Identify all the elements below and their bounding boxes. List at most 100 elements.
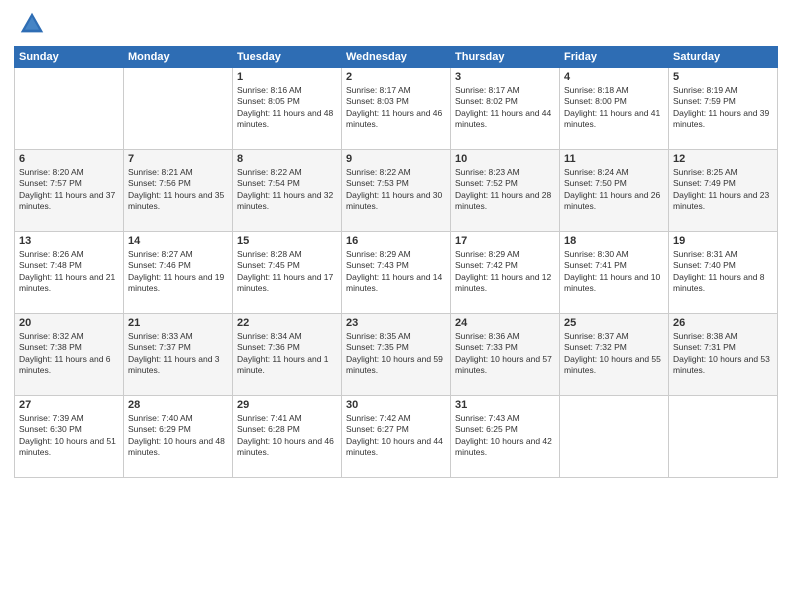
day-header-thursday: Thursday <box>451 47 560 68</box>
logo <box>14 10 46 38</box>
day-number: 24 <box>455 317 555 329</box>
day-number: 30 <box>346 399 446 411</box>
day-number: 1 <box>237 71 337 83</box>
calendar-cell: 13 Sunrise: 8:26 AM Sunset: 7:48 PM Dayli… <box>15 232 124 314</box>
week-row-3: 13 Sunrise: 8:26 AM Sunset: 7:48 PM Dayli… <box>15 232 778 314</box>
day-info: Sunrise: 8:29 AM Sunset: 7:42 PM Dayligh… <box>455 249 555 295</box>
day-info: Sunrise: 7:41 AM Sunset: 6:28 PM Dayligh… <box>237 413 337 459</box>
day-number: 25 <box>564 317 664 329</box>
day-number: 4 <box>564 71 664 83</box>
day-header-sunday: Sunday <box>15 47 124 68</box>
day-header-friday: Friday <box>560 47 669 68</box>
day-number: 31 <box>455 399 555 411</box>
header-row: SundayMondayTuesdayWednesdayThursdayFrid… <box>15 47 778 68</box>
calendar-cell: 3 Sunrise: 8:17 AM Sunset: 8:02 PM Daylig… <box>451 68 560 150</box>
calendar-cell: 17 Sunrise: 8:29 AM Sunset: 7:42 PM Dayli… <box>451 232 560 314</box>
day-number: 7 <box>128 153 228 165</box>
day-number: 17 <box>455 235 555 247</box>
page: SundayMondayTuesdayWednesdayThursdayFrid… <box>0 0 792 612</box>
week-row-2: 6Sunrise: 8:20 AM Sunset: 7:57 PM Daylig… <box>15 150 778 232</box>
day-info: Sunrise: 8:24 AM Sunset: 7:50 PM Dayligh… <box>564 167 664 213</box>
day-number: 11 <box>564 153 664 165</box>
day-header-saturday: Saturday <box>669 47 778 68</box>
day-header-wednesday: Wednesday <box>342 47 451 68</box>
day-number: 28 <box>128 399 228 411</box>
day-info: Sunrise: 8:20 AM Sunset: 7:57 PM Dayligh… <box>19 167 119 213</box>
calendar-cell <box>560 396 669 478</box>
calendar-cell: 24Sunrise: 8:36 AM Sunset: 7:33 PM Dayli… <box>451 314 560 396</box>
day-number: 10 <box>455 153 555 165</box>
day-number: 22 <box>237 317 337 329</box>
calendar-body: 1 Sunrise: 8:16 AM Sunset: 8:05 PM Daylig… <box>15 68 778 478</box>
day-info: Sunrise: 8:30 AM Sunset: 7:41 PM Dayligh… <box>564 249 664 295</box>
day-info: Sunrise: 8:17 AM Sunset: 8:03 PM Dayligh… <box>346 85 446 131</box>
calendar-cell: 1 Sunrise: 8:16 AM Sunset: 8:05 PM Daylig… <box>233 68 342 150</box>
calendar-cell: 21 Sunrise: 8:33 AM Sunset: 7:37 PM Dayli… <box>124 314 233 396</box>
day-number: 23 <box>346 317 446 329</box>
day-info: Sunrise: 8:27 AM Sunset: 7:46 PM Dayligh… <box>128 249 228 295</box>
day-header-monday: Monday <box>124 47 233 68</box>
header <box>14 10 778 38</box>
calendar-cell: 15Sunrise: 8:28 AM Sunset: 7:45 PM Dayli… <box>233 232 342 314</box>
calendar-cell: 7 Sunrise: 8:21 AM Sunset: 7:56 PM Daylig… <box>124 150 233 232</box>
day-number: 26 <box>673 317 773 329</box>
day-number: 9 <box>346 153 446 165</box>
day-info: Sunrise: 8:17 AM Sunset: 8:02 PM Dayligh… <box>455 85 555 131</box>
logo-icon <box>18 10 46 38</box>
calendar-cell: 9 Sunrise: 8:22 AM Sunset: 7:53 PM Daylig… <box>342 150 451 232</box>
day-info: Sunrise: 8:16 AM Sunset: 8:05 PM Dayligh… <box>237 85 337 131</box>
calendar: SundayMondayTuesdayWednesdayThursdayFrid… <box>14 46 778 478</box>
calendar-cell: 20Sunrise: 8:32 AM Sunset: 7:38 PM Dayli… <box>15 314 124 396</box>
day-number: 3 <box>455 71 555 83</box>
day-info: Sunrise: 8:32 AM Sunset: 7:38 PM Dayligh… <box>19 331 119 377</box>
day-info: Sunrise: 8:31 AM Sunset: 7:40 PM Dayligh… <box>673 249 773 295</box>
calendar-cell: 14 Sunrise: 8:27 AM Sunset: 7:46 PM Dayli… <box>124 232 233 314</box>
calendar-cell: 26 Sunrise: 8:38 AM Sunset: 7:31 PM Dayli… <box>669 314 778 396</box>
day-number: 13 <box>19 235 119 247</box>
day-number: 21 <box>128 317 228 329</box>
day-info: Sunrise: 8:26 AM Sunset: 7:48 PM Dayligh… <box>19 249 119 295</box>
day-info: Sunrise: 8:22 AM Sunset: 7:53 PM Dayligh… <box>346 167 446 213</box>
calendar-header: SundayMondayTuesdayWednesdayThursdayFrid… <box>15 47 778 68</box>
calendar-cell: 22Sunrise: 8:34 AM Sunset: 7:36 PM Dayli… <box>233 314 342 396</box>
day-info: Sunrise: 8:23 AM Sunset: 7:52 PM Dayligh… <box>455 167 555 213</box>
calendar-cell: 29 Sunrise: 7:41 AM Sunset: 6:28 PM Dayli… <box>233 396 342 478</box>
calendar-cell <box>124 68 233 150</box>
calendar-cell: 18 Sunrise: 8:30 AM Sunset: 7:41 PM Dayli… <box>560 232 669 314</box>
day-header-tuesday: Tuesday <box>233 47 342 68</box>
day-info: Sunrise: 8:21 AM Sunset: 7:56 PM Dayligh… <box>128 167 228 213</box>
day-info: Sunrise: 8:28 AM Sunset: 7:45 PM Dayligh… <box>237 249 337 295</box>
calendar-cell: 10 Sunrise: 8:23 AM Sunset: 7:52 PM Dayli… <box>451 150 560 232</box>
calendar-cell: 11 Sunrise: 8:24 AM Sunset: 7:50 PM Dayli… <box>560 150 669 232</box>
day-info: Sunrise: 8:18 AM Sunset: 8:00 PM Dayligh… <box>564 85 664 131</box>
calendar-cell: 31Sunrise: 7:43 AM Sunset: 6:25 PM Dayli… <box>451 396 560 478</box>
day-number: 18 <box>564 235 664 247</box>
day-info: Sunrise: 7:40 AM Sunset: 6:29 PM Dayligh… <box>128 413 228 459</box>
day-number: 29 <box>237 399 337 411</box>
calendar-cell <box>15 68 124 150</box>
calendar-cell: 28 Sunrise: 7:40 AM Sunset: 6:29 PM Dayli… <box>124 396 233 478</box>
day-info: Sunrise: 8:22 AM Sunset: 7:54 PM Dayligh… <box>237 167 337 213</box>
calendar-cell: 2 Sunrise: 8:17 AM Sunset: 8:03 PM Daylig… <box>342 68 451 150</box>
day-info: Sunrise: 8:35 AM Sunset: 7:35 PM Dayligh… <box>346 331 446 377</box>
day-number: 5 <box>673 71 773 83</box>
calendar-cell: 19Sunrise: 8:31 AM Sunset: 7:40 PM Dayli… <box>669 232 778 314</box>
day-number: 2 <box>346 71 446 83</box>
calendar-cell: 4 Sunrise: 8:18 AM Sunset: 8:00 PM Daylig… <box>560 68 669 150</box>
week-row-1: 1 Sunrise: 8:16 AM Sunset: 8:05 PM Daylig… <box>15 68 778 150</box>
calendar-cell: 12Sunrise: 8:25 AM Sunset: 7:49 PM Dayli… <box>669 150 778 232</box>
calendar-cell <box>669 396 778 478</box>
day-info: Sunrise: 8:33 AM Sunset: 7:37 PM Dayligh… <box>128 331 228 377</box>
calendar-cell: 23 Sunrise: 8:35 AM Sunset: 7:35 PM Dayli… <box>342 314 451 396</box>
day-info: Sunrise: 8:29 AM Sunset: 7:43 PM Dayligh… <box>346 249 446 295</box>
day-info: Sunrise: 7:42 AM Sunset: 6:27 PM Dayligh… <box>346 413 446 459</box>
day-number: 16 <box>346 235 446 247</box>
day-info: Sunrise: 8:38 AM Sunset: 7:31 PM Dayligh… <box>673 331 773 377</box>
calendar-cell: 30 Sunrise: 7:42 AM Sunset: 6:27 PM Dayli… <box>342 396 451 478</box>
calendar-cell: 16 Sunrise: 8:29 AM Sunset: 7:43 PM Dayli… <box>342 232 451 314</box>
calendar-cell: 27Sunrise: 7:39 AM Sunset: 6:30 PM Dayli… <box>15 396 124 478</box>
day-info: Sunrise: 8:25 AM Sunset: 7:49 PM Dayligh… <box>673 167 773 213</box>
day-info: Sunrise: 8:19 AM Sunset: 7:59 PM Dayligh… <box>673 85 773 131</box>
week-row-5: 27Sunrise: 7:39 AM Sunset: 6:30 PM Dayli… <box>15 396 778 478</box>
day-number: 14 <box>128 235 228 247</box>
